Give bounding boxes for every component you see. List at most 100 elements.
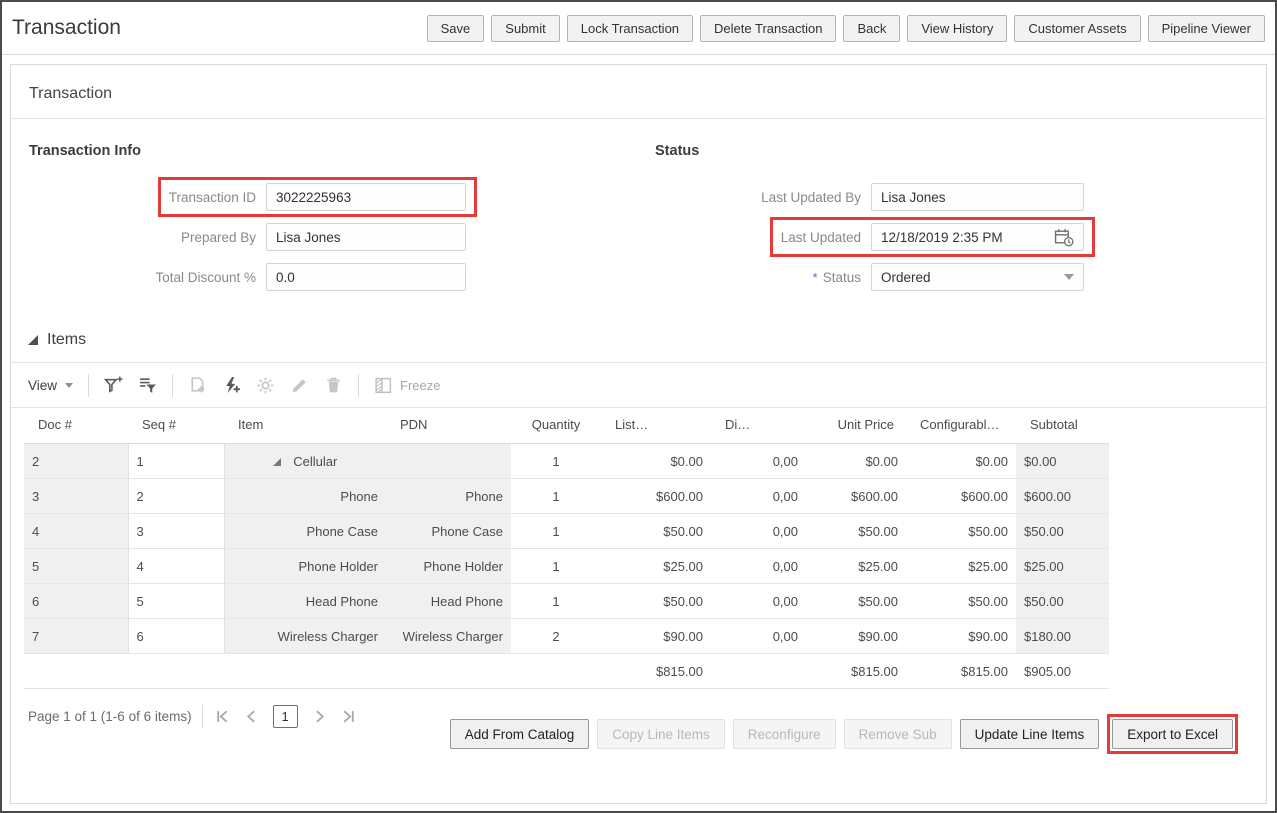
prepared-by-label: Prepared By (181, 230, 256, 245)
toolbar-separator (172, 374, 173, 397)
tree-expand-icon[interactable] (273, 458, 281, 466)
cell-pdn: Head Phone (386, 584, 511, 619)
column-header-qty[interactable]: Quantity (511, 408, 601, 444)
transaction-info-fields: Transaction ID 3022225963 Prepared By Lisa … (29, 177, 477, 297)
items-table: Doc #Seq #ItemPDNQuantityList PriceDisco… (24, 408, 1109, 689)
cell-list: $25.00 (601, 549, 711, 584)
last-updated-label: Last Updated (781, 230, 861, 245)
cell-doc: 2 (24, 444, 128, 479)
form-row-last-updated-by: Last Updated ByLisa Jones (655, 177, 1095, 217)
quick-add-icon[interactable] (222, 376, 241, 395)
last-updated-by-field[interactable]: Lisa Jones (871, 183, 1084, 211)
pipeline-viewer-button[interactable]: Pipeline Viewer (1148, 15, 1265, 42)
items-actions: Add From CatalogCopy Line ItemsReconfigu… (450, 714, 1238, 754)
table-row[interactable]: 54Phone HolderPhone Holder1$25.000,00$25… (24, 549, 1109, 584)
field-group: Last Updated ByLisa Jones (750, 177, 1095, 217)
field-group: *StatusOrdered (802, 257, 1095, 297)
trash-icon (324, 376, 343, 395)
prepared-by-field[interactable]: Lisa Jones (266, 223, 466, 251)
query-by-example-icon[interactable] (138, 376, 157, 395)
save-button[interactable]: Save (427, 15, 485, 42)
column-header-item[interactable]: Item (224, 408, 386, 444)
cell-sub: $0.00 (1016, 444, 1109, 479)
calendar-clock-icon[interactable] (1054, 228, 1074, 247)
cell-config: $50.00 (906, 584, 1016, 619)
cell-sub: $600.00 (1016, 479, 1109, 514)
transaction-id-field[interactable]: 3022225963 (266, 183, 466, 211)
status-dropdown[interactable]: Ordered (871, 263, 1084, 291)
table-row[interactable]: 21Cellular1$0.000,00$0.00$0.00$0.00 (24, 444, 1109, 479)
freeze-icon (374, 376, 393, 395)
cell-seq: 2 (128, 479, 224, 514)
status-fields: Last Updated ByLisa Jones Last Updated 12/… (655, 177, 1095, 297)
cell-doc: 3 (24, 479, 128, 514)
cell-config: $90.00 (906, 619, 1016, 654)
view-history-button[interactable]: View History (907, 15, 1007, 42)
cell-doc: 5 (24, 549, 128, 584)
cell-item: Phone (224, 479, 386, 514)
delete-transaction-button[interactable]: Delete Transaction (700, 15, 836, 42)
column-header-pdn[interactable]: PDN (386, 408, 511, 444)
form-row-last-updated: Last Updated 12/18/2019 2:35 PM (655, 217, 1095, 257)
cell-disc: 0,00 (711, 549, 806, 584)
back-button[interactable]: Back (843, 15, 900, 42)
lock-transaction-button[interactable]: Lock Transaction (567, 15, 693, 42)
freeze-button: Freeze (374, 376, 440, 395)
transaction-info-heading: Transaction Info (29, 143, 477, 159)
current-page-input[interactable]: 1 (273, 705, 298, 728)
cell-qty: 1 (511, 584, 601, 619)
cell-list: $50.00 (601, 584, 711, 619)
pagination-separator (202, 705, 203, 728)
cell-sub: $50.00 (1016, 584, 1109, 619)
cell-doc: 4 (24, 514, 128, 549)
submit-button[interactable]: Submit (491, 15, 559, 42)
cell-doc: 6 (24, 584, 128, 619)
column-header-unit[interactable]: Unit Price (806, 408, 906, 444)
cell-item: Phone Holder (224, 549, 386, 584)
table-row[interactable]: 32PhonePhone1$600.000,00$600.00$600.00$6… (24, 479, 1109, 514)
transaction-id-label: Transaction ID (169, 190, 256, 205)
form-row-total-discount: Total Discount % 0.0 (29, 257, 477, 297)
export-to-excel-button[interactable]: Export to Excel (1112, 719, 1233, 749)
total-qty (511, 654, 601, 689)
cell-unit: $600.00 (806, 479, 906, 514)
freeze-label: Freeze (400, 378, 440, 393)
column-header-sub[interactable]: Subtotal (1016, 408, 1109, 444)
items-section-title: Items (47, 331, 86, 349)
cell-item: Wireless Charger (224, 619, 386, 654)
add-filter-icon[interactable] (104, 376, 123, 395)
cell-seq: 5 (128, 584, 224, 619)
column-header-config[interactable]: Configurabl... ... (906, 408, 1016, 444)
status-column: Status Last Updated ByLisa JonesLast Upd… (655, 143, 1095, 297)
totals-row: $815.00$815.00$815.00$905.00 (24, 654, 1109, 689)
table-row[interactable]: 65Head PhoneHead Phone1$50.000,00$50.00$… (24, 584, 1109, 619)
chevron-down-icon (65, 383, 73, 388)
cell-pdn (386, 444, 511, 479)
total-discount-label: Total Discount % (155, 270, 256, 285)
transaction-panel: Transaction Transaction Info Transaction… (10, 64, 1267, 804)
column-header-seq[interactable]: Seq # (128, 408, 224, 444)
cell-item: Head Phone (224, 584, 386, 619)
total-discount-field[interactable]: 0.0 (266, 263, 466, 291)
column-header-disc[interactable]: Discount % (711, 408, 806, 444)
table-row[interactable]: 43Phone CasePhone Case1$50.000,00$50.00$… (24, 514, 1109, 549)
update-line-items-button[interactable]: Update Line Items (960, 719, 1100, 749)
column-header-list[interactable]: List Price (601, 408, 711, 444)
field-value: 0.0 (276, 270, 456, 285)
cell-seq: 1 (128, 444, 224, 479)
column-header-doc[interactable]: Doc # (24, 408, 128, 444)
field-value: Lisa Jones (276, 230, 456, 245)
view-menu-button[interactable]: View (28, 378, 73, 393)
items-section-header[interactable]: Items (11, 331, 1266, 362)
view-menu-label: View (28, 378, 57, 393)
form-row-status: *StatusOrdered (655, 257, 1095, 297)
customer-assets-button[interactable]: Customer Assets (1014, 15, 1140, 42)
table-row[interactable]: 76Wireless ChargerWireless Charger2$90.0… (24, 619, 1109, 654)
last-updated-field[interactable]: 12/18/2019 2:35 PM (871, 223, 1084, 251)
cell-pdn: Phone Holder (386, 549, 511, 584)
form-row-transaction-id: Transaction ID 3022225963 (29, 177, 477, 217)
field-group: Prepared By Lisa Jones (170, 217, 477, 257)
add-from-catalog-button[interactable]: Add From Catalog (450, 719, 590, 749)
total-doc (24, 654, 128, 689)
header-actions: SaveSubmit Lock Transaction Delete Transac… (427, 15, 1265, 42)
